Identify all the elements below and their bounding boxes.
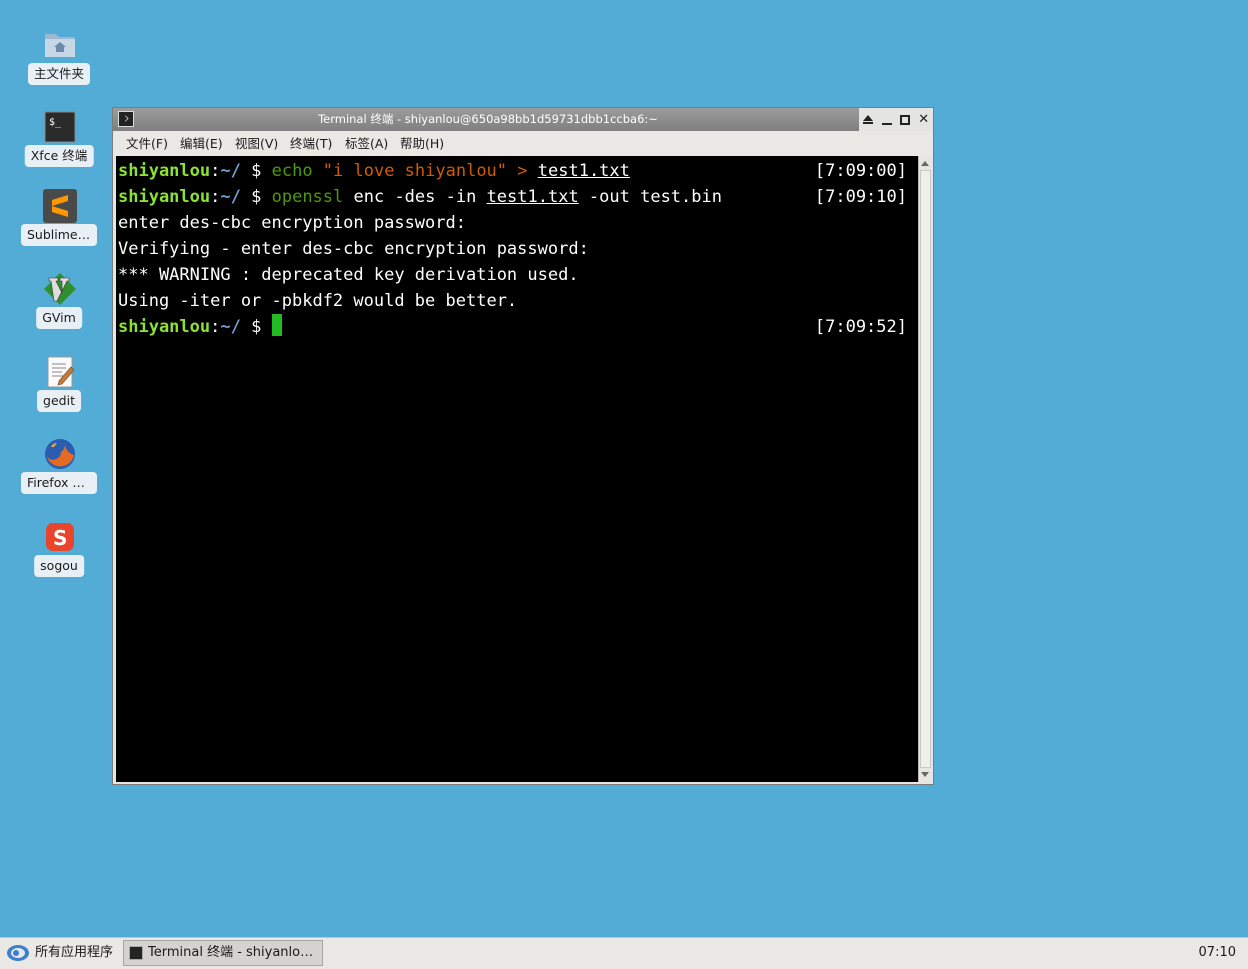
vim-icon <box>44 273 76 305</box>
redirect-operator: > <box>517 161 528 181</box>
scrollbar-thumb[interactable] <box>920 170 931 768</box>
terminal-window[interactable]: Terminal 终端 - shiyanlou@650a98bb1d59731d… <box>112 107 934 785</box>
terminal-icon <box>129 946 143 960</box>
home-folder-icon <box>45 34 75 57</box>
menu-tabs[interactable]: 标签(A) <box>345 136 388 152</box>
prompt-path: ~/ <box>220 317 241 337</box>
sublime-icon <box>43 189 77 223</box>
xfce-logo-icon <box>7 945 29 961</box>
output-line: *** WARNING : deprecated key derivation … <box>118 265 579 285</box>
terminal-line: shiyanlou:~/ $ echo "i love shiyanlou" >… <box>118 161 630 181</box>
window-titlebar[interactable]: Terminal 终端 - shiyanlou@650a98bb1d59731d… <box>113 108 933 131</box>
sogou-icon: S <box>46 523 74 551</box>
menu-help[interactable]: 帮助(H) <box>400 136 444 152</box>
scroll-up-icon[interactable] <box>921 161 929 166</box>
menu-view[interactable]: 视图(V) <box>235 136 278 152</box>
prompt-path: ~/ <box>220 161 241 181</box>
terminal-line: shiyanlou:~/ $ <box>118 314 282 340</box>
taskbar-window-label: Terminal 终端 - shiyanlou@650a98bb1d59731d… <box>148 945 318 960</box>
desktop-icon-label: Sublime … <box>21 224 97 246</box>
timestamp: [7:09:10] <box>814 187 907 207</box>
vertical-scrollbar[interactable] <box>918 156 932 782</box>
desktop-icon-label: 主文件夹 <box>27 63 91 85</box>
command: echo <box>271 161 313 181</box>
desktop-icon-firefox[interactable]: Firefox 网… <box>20 437 98 505</box>
desktop-icon-sogou[interactable]: S sogou <box>20 520 98 588</box>
prompt-user: shiyanlou <box>118 317 211 337</box>
scroll-down-icon[interactable] <box>921 772 929 777</box>
output-line: enter des-cbc encryption password: <box>118 213 466 233</box>
menu-terminal[interactable]: 终端(T) <box>290 136 332 152</box>
clock[interactable]: 07:10 <box>1199 945 1236 961</box>
desktop-icon-label: GVim <box>36 307 82 329</box>
desktop-icon-home[interactable]: 主文件夹 <box>20 28 98 96</box>
desktop-icon-label: Xfce 终端 <box>24 145 94 167</box>
menu-file[interactable]: 文件(F) <box>126 136 168 152</box>
timestamp: [7:09:00] <box>814 161 907 181</box>
svg-text:$_: $_ <box>49 117 62 128</box>
terminal-icon: $_ <box>44 111 76 143</box>
output-line: Using -iter or -pbkdf2 would be better. <box>118 291 518 311</box>
maximize-icon[interactable] <box>898 113 912 127</box>
prompt-user: shiyanlou <box>118 161 211 181</box>
desktop-icon-terminal[interactable]: $_ Xfce 终端 <box>20 110 98 178</box>
timestamp: [7:09:52] <box>814 317 907 337</box>
terminal-line: shiyanlou:~/ $ openssl enc -des -in test… <box>118 187 722 207</box>
prompt-symbol: $ <box>251 317 262 337</box>
menu-bar: 文件(F) 编辑(E) 视图(V) 终端(T) 标签(A) 帮助(H) <box>113 131 933 156</box>
close-icon[interactable]: ✕ <box>917 112 931 127</box>
desktop-icon-label: Firefox 网… <box>21 472 97 494</box>
file-arg: test1.txt <box>486 187 579 207</box>
firefox-icon <box>45 439 75 469</box>
gedit-icon <box>47 356 75 388</box>
desktop-icon-sublime[interactable]: Sublime … <box>20 189 98 257</box>
command-args: -out test.bin <box>578 187 722 207</box>
shade-icon[interactable] <box>861 113 875 127</box>
command-args: "i love shiyanlou" <box>312 161 518 181</box>
desktop-icon-gvim[interactable]: GVim <box>20 272 98 340</box>
minimize-icon[interactable] <box>880 113 894 127</box>
window-title: Terminal 终端 - shiyanlou@650a98bb1d59731d… <box>318 112 658 126</box>
applications-menu-label: 所有应用程序 <box>35 945 114 960</box>
terminal-area[interactable]: shiyanlou:~/ $ echo "i love shiyanlou" >… <box>116 156 918 782</box>
window-controls: ✕ <box>859 108 933 131</box>
desktop-icon-label: sogou <box>34 555 84 577</box>
desktop-icon-label: gedit <box>37 390 81 412</box>
command-args: enc -des -in <box>343 187 487 207</box>
desktop-icon-gedit[interactable]: gedit <box>20 355 98 423</box>
prompt-user: shiyanlou <box>118 187 211 207</box>
svg-text:S: S <box>53 526 67 550</box>
prompt-path: ~/ <box>220 187 241 207</box>
output-line: Verifying - enter des-cbc encryption pas… <box>118 239 589 259</box>
taskbar: 所有应用程序 Terminal 终端 - shiyanlou@650a98bb1… <box>0 937 1248 969</box>
prompt-symbol: $ <box>251 161 262 181</box>
command: openssl <box>271 187 344 207</box>
menu-edit[interactable]: 编辑(E) <box>180 136 223 152</box>
prompt-symbol: $ <box>251 187 262 207</box>
taskbar-window-button[interactable]: Terminal 终端 - shiyanlou@650a98bb1d59731d… <box>123 940 323 966</box>
file-arg: test1.txt <box>537 161 630 181</box>
text-cursor <box>271 314 282 336</box>
